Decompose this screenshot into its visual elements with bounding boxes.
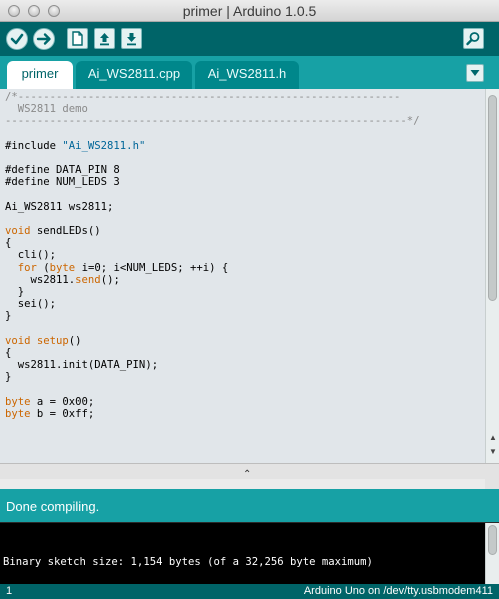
code-line[interactable]: Ai_WS2811 ws2811; (5, 201, 485, 213)
tab-bar: primer Ai_WS2811.cpp Ai_WS2811.h (0, 56, 499, 89)
console-output: Binary sketch size: 1,154 bytes (of a 32… (0, 522, 499, 585)
horizontal-scrollbar[interactable] (0, 479, 485, 489)
tab-menu-button[interactable] (466, 64, 484, 82)
code-line[interactable]: } (5, 286, 485, 298)
code-line[interactable]: ws2811.send(); (5, 274, 485, 286)
code-line[interactable]: } (5, 371, 485, 383)
code-line[interactable]: byte b = 0xff; (5, 408, 485, 420)
code-line[interactable]: ----------------------------------------… (5, 115, 485, 127)
code-line[interactable]: #define DATA_PIN 8 (5, 164, 485, 176)
code-line[interactable]: } (5, 310, 485, 322)
code-line[interactable]: /*--------------------------------------… (5, 91, 485, 103)
console-scrollbar[interactable] (485, 523, 499, 585)
code-line[interactable]: sei(); (5, 298, 485, 310)
code-line[interactable]: ws2811.init(DATA_PIN); (5, 359, 485, 371)
code-line[interactable]: for (byte i=0; i<NUM_LEDS; ++i) { (5, 262, 485, 274)
code-line[interactable]: cli(); (5, 249, 485, 261)
status-message: Done compiling. (6, 499, 100, 514)
code-line[interactable]: WS2811 demo (5, 103, 485, 115)
code-text[interactable]: /*--------------------------------------… (5, 91, 485, 420)
code-line[interactable]: { (5, 347, 485, 359)
console-text: Binary sketch size: 1,154 bytes (of a 32… (3, 556, 373, 568)
serial-monitor-button[interactable] (463, 28, 484, 49)
tab-ai-ws2811-h[interactable]: Ai_WS2811.h (195, 61, 299, 89)
open-button[interactable] (94, 28, 115, 49)
status-bar: Done compiling. (0, 489, 499, 522)
line-number: 1 (6, 585, 13, 597)
editor-scrollbar[interactable]: ▲ ▼ (485, 89, 499, 463)
code-line[interactable] (5, 384, 485, 396)
board-info: Arduino Uno on /dev/tty.usbmodem411 (303, 585, 493, 597)
code-line[interactable]: { (5, 237, 485, 249)
window-title: primer | Arduino 1.0.5 (182, 3, 317, 19)
arrow-down-icon (127, 33, 136, 46)
toolbar (0, 22, 499, 56)
code-line[interactable] (5, 189, 485, 201)
console-scroll-thumb[interactable] (488, 525, 497, 555)
code-line[interactable] (5, 323, 485, 335)
editor-scroll-thumb[interactable] (488, 95, 497, 301)
scroll-up-icon[interactable]: ▲ (487, 433, 499, 443)
triangle-down-icon (470, 70, 480, 76)
title-bar: primer | Arduino 1.0.5 (0, 0, 499, 22)
tab-ai-ws2811-cpp[interactable]: Ai_WS2811.cpp (76, 61, 192, 89)
code-line[interactable]: #define NUM_LEDS 3 (5, 176, 485, 188)
footer-bar: 1 Arduino Uno on /dev/tty.usbmodem411 (0, 584, 499, 599)
new-file-icon (72, 31, 83, 46)
upload-button[interactable] (33, 28, 55, 50)
code-editor[interactable]: /*--------------------------------------… (0, 89, 499, 463)
check-icon (10, 33, 24, 45)
new-button[interactable] (67, 28, 88, 49)
pane-divider[interactable]: ⌃ (0, 463, 499, 489)
code-line[interactable]: #include "Ai_WS2811.h" (5, 140, 485, 152)
code-line[interactable]: void setup() (5, 335, 485, 347)
code-line[interactable] (5, 213, 485, 225)
code-line[interactable] (5, 128, 485, 140)
code-line[interactable]: byte a = 0x00; (5, 396, 485, 408)
arrow-right-icon (36, 33, 51, 45)
code-line[interactable]: void sendLEDs() (5, 225, 485, 237)
scroll-down-icon[interactable]: ▼ (487, 447, 499, 457)
save-button[interactable] (121, 28, 142, 49)
verify-button[interactable] (6, 28, 28, 50)
code-line[interactable] (5, 152, 485, 164)
arrow-up-icon (100, 33, 109, 46)
tab-primer[interactable]: primer (7, 61, 73, 89)
magnifier-icon (466, 32, 480, 46)
